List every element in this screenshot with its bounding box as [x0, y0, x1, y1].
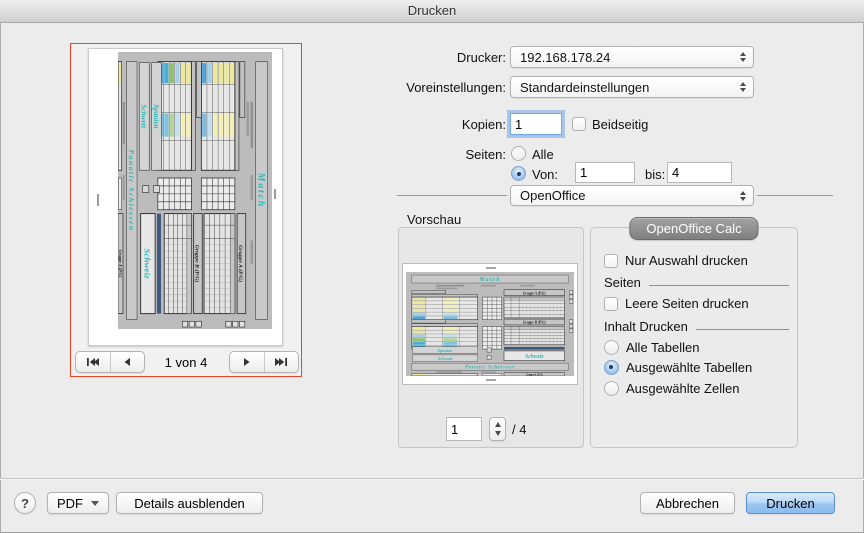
hide-details-button[interactable]: Details ausblenden	[116, 492, 263, 514]
pages-all-radio[interactable]	[511, 146, 526, 161]
preview-page-input[interactable]	[446, 417, 482, 441]
preview-page-stepper[interactable]	[489, 417, 506, 441]
thumb-footer-text	[486, 379, 496, 381]
selection-only-row: Nur Auswahl drucken	[604, 253, 748, 268]
duplex-label[interactable]: Beidseitig	[592, 117, 648, 132]
page-margin-text-right	[274, 189, 276, 199]
print-dialog: Drucken 1 von 4	[0, 0, 864, 533]
vorschau-label: Vorschau	[407, 212, 461, 227]
page-margin-text-left	[97, 194, 99, 206]
pages-section-rule	[649, 285, 789, 286]
page-preview-panel: 1 von 4	[70, 43, 302, 377]
selection-only-label[interactable]: Nur Auswahl drucken	[625, 253, 748, 268]
selected-cells-row: Ausgewählte Zellen	[604, 381, 739, 396]
pdf-menu-button[interactable]: PDF	[47, 492, 109, 514]
vorschau-panel: / 4	[398, 227, 584, 448]
selected-cells-radio[interactable]	[604, 381, 619, 396]
pdf-button-label: PDF	[57, 496, 83, 511]
dropdown-arrow-icon	[91, 501, 99, 506]
calc-options-groupbox: OpenOffice Calc Nur Auswahl drucken Seit…	[590, 227, 798, 448]
app-section-select[interactable]: OpenOffice	[510, 185, 754, 206]
thumb-header-text	[486, 267, 496, 269]
empty-pages-row: Leere Seiten drucken	[604, 296, 749, 311]
pages-from-input[interactable]	[575, 162, 635, 183]
pages-all-label[interactable]: Alle	[532, 147, 554, 162]
pages-range-radio[interactable]	[511, 166, 526, 181]
last-page-button[interactable]	[264, 352, 299, 372]
footer-divider	[0, 478, 864, 479]
cancel-button[interactable]: Abbrechen	[640, 492, 735, 514]
app-section-select-value: OpenOffice	[520, 188, 586, 203]
dialog-title: Drucken	[408, 3, 456, 18]
app-select-divider-right	[757, 195, 833, 196]
updown-arrows-icon	[740, 82, 746, 92]
presets-label: Voreinstellungen:	[330, 80, 506, 95]
help-button[interactable]: ?	[14, 492, 36, 514]
selection-only-checkbox[interactable]	[604, 254, 618, 268]
all-tables-radio[interactable]	[604, 340, 619, 355]
duplex-checkbox[interactable]	[572, 117, 586, 131]
next-page-button[interactable]	[230, 352, 264, 372]
selected-tables-row: Ausgewählte Tabellen	[604, 360, 752, 375]
next-page-icon	[242, 357, 252, 367]
selected-tables-label[interactable]: Ausgewählte Tabellen	[626, 360, 752, 375]
content-section-label: Inhalt Drucken	[604, 319, 688, 334]
sheet-preview	[406, 272, 574, 376]
all-tables-row: Alle Tabellen	[604, 340, 699, 355]
empty-pages-checkbox[interactable]	[604, 297, 618, 311]
updown-arrows-icon	[740, 191, 746, 201]
printer-select[interactable]: 192.168.178.24	[510, 46, 754, 68]
copies-input[interactable]	[510, 113, 562, 135]
presets-select-value: Standardeinstellungen	[520, 80, 649, 95]
empty-pages-label[interactable]: Leere Seiten drucken	[625, 296, 749, 311]
nav-forward-group	[229, 351, 299, 373]
all-tables-label[interactable]: Alle Tabellen	[626, 340, 699, 355]
printer-select-value: 192.168.178.24	[520, 50, 610, 65]
content-section-rule	[696, 329, 789, 330]
last-page-icon	[274, 357, 288, 367]
cancel-label: Abbrechen	[656, 496, 719, 511]
title-bar: Drucken	[0, 0, 864, 23]
vorschau-thumbnail	[402, 263, 578, 385]
pages-label: Seiten:	[330, 147, 506, 162]
updown-arrows-icon	[740, 52, 746, 62]
rotated-sheet-preview	[118, 52, 272, 329]
selected-tables-radio[interactable]	[604, 360, 619, 375]
content-section-header: Inhalt Drucken	[604, 319, 789, 334]
help-icon: ?	[21, 496, 29, 511]
printer-label: Drucker:	[330, 50, 506, 65]
app-select-divider-left	[397, 195, 507, 196]
stepper-up-icon[interactable]	[495, 422, 501, 427]
calc-options-tab: OpenOffice Calc	[629, 217, 758, 240]
pages-section-label: Seiten	[604, 275, 641, 290]
presets-select[interactable]: Standardeinstellungen	[510, 76, 754, 98]
copies-label: Kopien:	[330, 117, 506, 132]
preview-page-total: / 4	[512, 422, 526, 437]
hide-details-label: Details ausblenden	[134, 496, 245, 511]
pages-from-label[interactable]: Von:	[532, 167, 558, 182]
pages-section-header: Seiten	[604, 275, 789, 290]
print-label: Drucken	[766, 496, 814, 511]
print-button[interactable]: Drucken	[746, 492, 835, 514]
pages-to-label: bis:	[645, 167, 665, 182]
stepper-down-icon[interactable]	[495, 431, 501, 436]
pages-to-input[interactable]	[667, 162, 732, 183]
selected-cells-label[interactable]: Ausgewählte Zellen	[626, 381, 739, 396]
preview-page	[88, 48, 283, 346]
